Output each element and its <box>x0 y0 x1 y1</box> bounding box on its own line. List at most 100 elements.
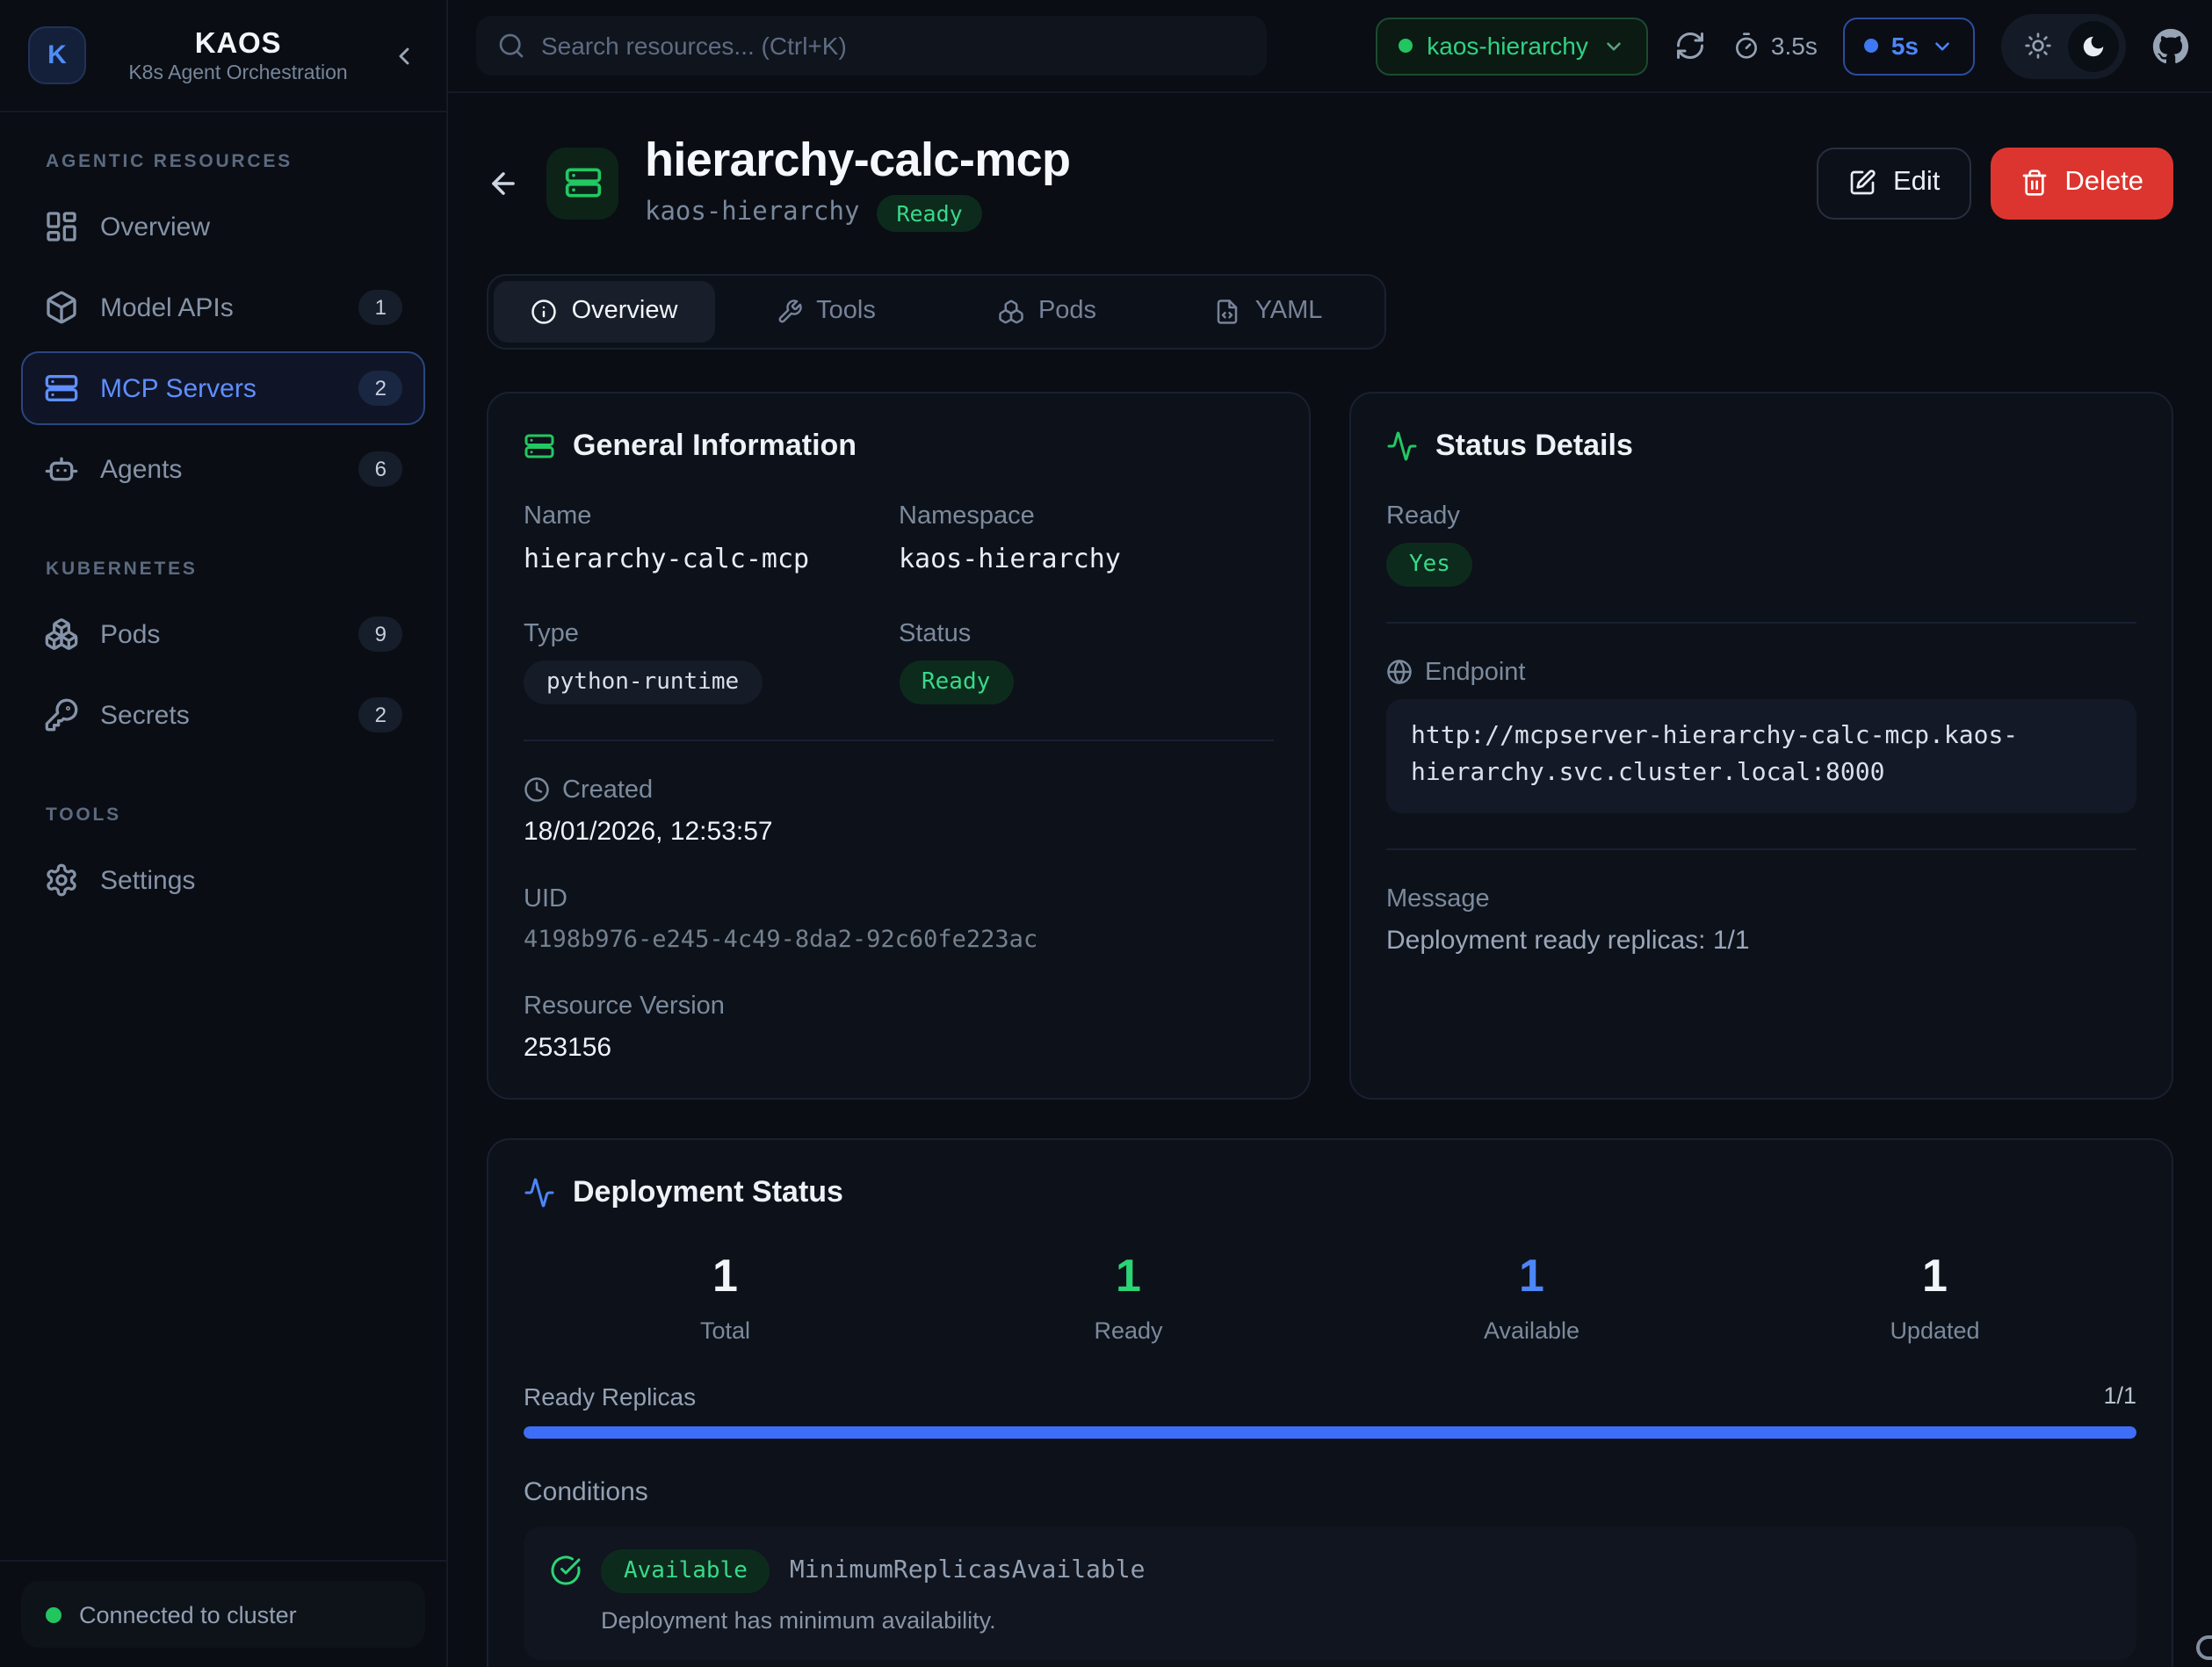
field-label: Message <box>1386 885 2136 913</box>
count-badge: 6 <box>359 451 402 487</box>
sidebar-section-label: AGENTIC RESOURCES <box>46 151 425 172</box>
github-link[interactable] <box>2152 27 2189 64</box>
condition-message: Deployment has minimum availability. <box>601 1606 2110 1633</box>
field-label: Status <box>899 619 1274 647</box>
ready-replicas-row: Ready Replicas 1/1 <box>524 1382 2136 1410</box>
card-title: General Information <box>573 428 857 463</box>
sidebar-item-label: Settings <box>100 865 402 895</box>
sidebar-item-model-apis[interactable]: Model APIs 1 <box>21 271 425 344</box>
sidebar-collapse-button[interactable] <box>390 41 418 69</box>
sidebar-item-label: Agents <box>100 454 338 484</box>
tab-bar: Overview Tools Pods <box>487 273 1386 349</box>
globe-icon <box>1386 659 1413 685</box>
dashboard-icon <box>44 209 79 244</box>
delete-button[interactable]: Delete <box>1991 148 2173 220</box>
cube-icon <box>44 290 79 325</box>
field-ready: Ready Yes <box>1386 502 2136 586</box>
count-badge: 9 <box>359 617 402 652</box>
field-value: 4198b976-e245-4c49-8da2-92c60fe223ac <box>524 925 1274 953</box>
app-logo: K <box>28 26 86 84</box>
status-message: Deployment ready replicas: 1/1 <box>1386 926 2136 956</box>
field-value: hierarchy-calc-mcp <box>524 542 899 574</box>
search-icon <box>497 32 525 60</box>
sidebar-item-mcp-servers[interactable]: MCP Servers 2 <box>21 351 425 425</box>
tab-yaml[interactable]: YAML <box>1158 280 1379 342</box>
sidebar-item-label: MCP Servers <box>100 373 338 403</box>
general-information-card: General Information Name hierarchy-calc-… <box>487 391 1311 1099</box>
condition-status-badge: Available <box>601 1548 770 1592</box>
sidebar-item-secrets[interactable]: Secrets 2 <box>21 678 425 752</box>
delete-button-label: Delete <box>2064 168 2143 199</box>
stat-label: Updated <box>1733 1317 2136 1343</box>
sun-icon <box>2024 32 2052 60</box>
field-label: Endpoint <box>1386 658 2136 686</box>
ready-replicas-label: Ready Replicas <box>524 1382 696 1410</box>
chevron-down-icon <box>1602 34 1625 57</box>
field-label: Created <box>524 776 1274 804</box>
sidebar-item-label: Overview <box>100 212 402 242</box>
refresh-icon <box>1674 30 1706 61</box>
field-value: 253156 <box>524 1032 1274 1062</box>
divider <box>524 739 1274 740</box>
sidebar-item-settings[interactable]: Settings <box>21 843 425 917</box>
sidebar-item-pods[interactable]: Pods 9 <box>21 597 425 671</box>
back-button[interactable] <box>487 167 520 200</box>
field-created: Created 18/01/2026, 12:53:57 <box>524 776 1274 846</box>
card-title: Status Details <box>1435 428 1633 463</box>
endpoint-url: http://mcpserver-hierarchy-calc-mcp.kaos… <box>1386 698 2136 813</box>
sidebar-nav: AGENTIC RESOURCES Overview Model APIs 1 … <box>0 112 446 1560</box>
timer-icon <box>1732 32 1760 60</box>
card-title: Deployment Status <box>573 1174 843 1209</box>
namespace-selector[interactable]: kaos-hierarchy <box>1376 17 1648 75</box>
refresh-interval-selector[interactable]: 5s <box>1844 17 1975 75</box>
field-status: Status Ready <box>899 619 1274 704</box>
server-icon <box>44 371 79 406</box>
field-value: kaos-hierarchy <box>899 542 1274 574</box>
dark-mode-button[interactable] <box>2068 20 2119 71</box>
ready-status-badge: Ready <box>877 194 981 231</box>
ready-replicas-value: 1/1 <box>2103 1382 2136 1409</box>
tab-label: Tools <box>816 297 876 325</box>
sidebar-item-agents[interactable]: Agents 6 <box>21 432 425 506</box>
tab-overview[interactable]: Overview <box>494 280 715 342</box>
stat-value: 1 <box>1330 1248 1733 1303</box>
stat-ready: 1 Ready <box>927 1248 1330 1343</box>
tab-pods[interactable]: Pods <box>936 280 1158 342</box>
edit-icon <box>1849 170 1877 198</box>
interval-dot-icon <box>1865 39 1879 53</box>
edit-button[interactable]: Edit <box>1818 148 1971 220</box>
sidebar-item-label: Secrets <box>100 700 338 730</box>
field-label: Type <box>524 619 899 647</box>
stat-label: Available <box>1330 1317 1733 1343</box>
app-subtitle: K8s Agent Orchestration <box>100 62 376 83</box>
ready-badge: Yes <box>1386 542 1473 586</box>
clock-icon <box>524 776 550 803</box>
conditions-heading: Conditions <box>524 1476 2136 1506</box>
sidebar: K KAOS K8s Agent Orchestration AGENTIC R… <box>0 0 448 1667</box>
boxes-icon <box>44 617 79 652</box>
condition-reason: MinimumReplicasAvailable <box>790 1556 1146 1584</box>
search-box[interactable] <box>476 16 1267 76</box>
robot-icon <box>44 451 79 487</box>
field-resource-version: Resource Version 253156 <box>524 992 1274 1062</box>
search-input[interactable] <box>541 32 1246 60</box>
light-mode-button[interactable] <box>2008 32 2068 60</box>
sidebar-item-overview[interactable]: Overview <box>21 190 425 263</box>
activity-icon <box>1386 429 1418 461</box>
stat-total: 1 Total <box>524 1248 927 1343</box>
tab-tools[interactable]: Tools <box>715 280 936 342</box>
stat-label: Ready <box>927 1317 1330 1343</box>
github-icon <box>2152 27 2189 64</box>
refresh-button[interactable] <box>1674 30 1706 61</box>
status-badge: Ready <box>899 660 1013 704</box>
gear-icon <box>44 862 79 898</box>
stat-label: Total <box>524 1317 927 1343</box>
field-label: Namespace <box>899 502 1274 530</box>
field-endpoint: Endpoint http://mcpserver-hierarchy-calc… <box>1386 658 2136 813</box>
page-content: hierarchy-calc-mcp kaos-hierarchy Ready … <box>448 93 2212 1667</box>
replicas-progress-bar <box>524 1425 2136 1438</box>
namespace-status-dot-icon <box>1399 39 1413 53</box>
namespace-selector-value: kaos-hierarchy <box>1427 32 1588 60</box>
sidebar-item-label: Model APIs <box>100 292 338 322</box>
divider <box>1386 621 2136 623</box>
